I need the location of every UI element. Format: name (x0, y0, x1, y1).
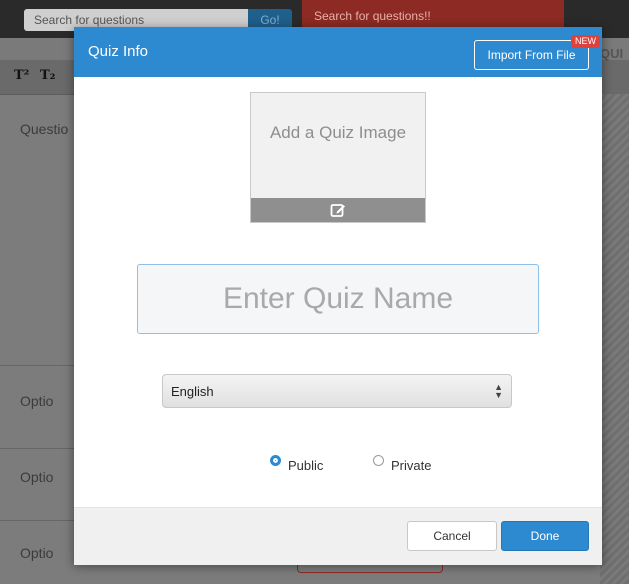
select-arrows-icon: ▲ ▼ (494, 382, 503, 400)
quiz-image-footer[interactable] (251, 198, 425, 222)
quiz-image-upload[interactable]: Add a Quiz Image (250, 92, 426, 223)
visibility-radio-group: Public Private (270, 451, 470, 473)
quiz-image-label: Add a Quiz Image (269, 123, 407, 142)
modal-title: Quiz Info (88, 43, 149, 60)
superscript-button[interactable]: T² (14, 66, 34, 86)
quiz-name-input[interactable] (137, 264, 539, 334)
public-radio-label[interactable]: Public (288, 458, 323, 473)
modal-header: Quiz Info Import From File NEW (74, 27, 602, 77)
done-button[interactable]: Done (501, 521, 589, 551)
cancel-button[interactable]: Cancel (407, 521, 497, 551)
option-label: Optio (20, 393, 54, 409)
language-select[interactable]: English ▲ ▼ (162, 374, 512, 408)
background-hatch (600, 94, 629, 584)
quiz-info-modal: Quiz Info Import From File NEW Add a Qui… (74, 27, 602, 565)
language-select-value: English (171, 384, 214, 399)
subscript-button[interactable]: T₂ (40, 66, 60, 86)
option-label: Optio (20, 545, 54, 561)
private-radio-label[interactable]: Private (391, 458, 431, 473)
new-badge: NEW (571, 35, 600, 48)
edit-icon[interactable] (330, 202, 346, 218)
background-right-text: QUI (600, 46, 624, 61)
question-label: Questio (20, 121, 69, 137)
modal-footer: Cancel Done (74, 507, 602, 565)
private-radio[interactable] (373, 455, 384, 466)
public-radio[interactable] (270, 455, 281, 466)
option-label: Optio (20, 469, 54, 485)
